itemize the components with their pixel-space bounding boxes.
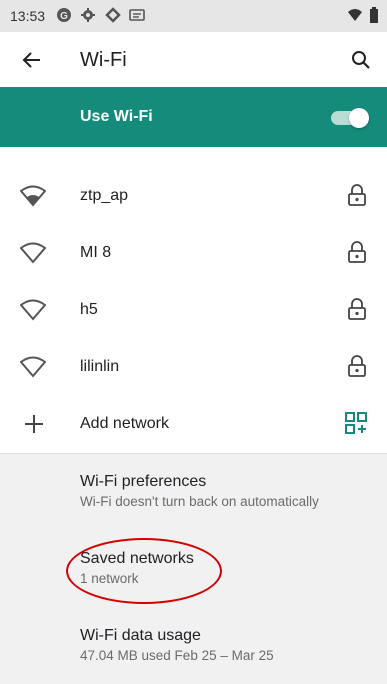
svg-text:G: G bbox=[60, 11, 68, 22]
wifi-preferences-title: Wi-Fi preferences bbox=[80, 473, 207, 490]
switch-thumb bbox=[349, 108, 369, 128]
annotation-ellipse bbox=[66, 538, 222, 604]
network-row[interactable]: lilinlin bbox=[0, 339, 387, 396]
wifi-data-usage-item[interactable]: Wi-Fi data usage 47.04 MB used Feb 25 – … bbox=[80, 627, 274, 663]
plus-icon bbox=[25, 415, 43, 433]
network-name: lilinlin bbox=[80, 358, 120, 375]
lock-icon bbox=[348, 241, 366, 263]
search-button[interactable] bbox=[347, 46, 375, 74]
arrow-back-icon bbox=[22, 52, 40, 68]
status-bar: 13:53 G bbox=[0, 0, 387, 32]
battery-icon bbox=[370, 6, 378, 23]
qr-code-scan-icon[interactable] bbox=[345, 412, 367, 434]
network-row[interactable]: h5 bbox=[0, 282, 387, 339]
network-row[interactable]: MI 8 bbox=[0, 225, 387, 282]
wifi-signal-icon bbox=[20, 299, 46, 321]
wifi-signal-icon bbox=[20, 356, 46, 378]
g-icon: G bbox=[57, 7, 71, 22]
network-name: h5 bbox=[80, 301, 98, 318]
sync-icon bbox=[105, 6, 121, 23]
wifi-data-usage-title: Wi-Fi data usage bbox=[80, 627, 201, 644]
wifi-switch[interactable] bbox=[331, 108, 369, 128]
wifi-preferences-item[interactable]: Wi-Fi preferences Wi-Fi doesn't turn bac… bbox=[80, 473, 319, 509]
wifi-signal-full-icon bbox=[20, 185, 46, 207]
message-icon bbox=[129, 8, 146, 21]
wifi-signal-icon bbox=[20, 242, 46, 264]
network-row[interactable]: ztp_ap bbox=[0, 168, 387, 225]
lock-icon bbox=[348, 184, 366, 206]
back-button[interactable] bbox=[18, 46, 46, 74]
wifi-icon bbox=[347, 8, 362, 21]
lock-icon bbox=[348, 298, 366, 320]
network-name: ztp_ap bbox=[80, 187, 129, 204]
lock-icon bbox=[348, 355, 366, 377]
gear-icon bbox=[81, 7, 96, 22]
wifi-preferences-subtitle: Wi-Fi doesn't turn back on automatically bbox=[80, 494, 319, 509]
wifi-data-usage-subtitle: 47.04 MB used Feb 25 – Mar 25 bbox=[80, 648, 274, 663]
status-icons: G bbox=[56, 6, 149, 24]
network-list: ztp_ap MI 8 h5 lilinlin bbox=[0, 168, 387, 396]
network-name: MI 8 bbox=[80, 244, 112, 261]
add-network-label: Add network bbox=[80, 415, 169, 432]
add-network-row[interactable]: Add network bbox=[0, 396, 387, 453]
status-right bbox=[345, 6, 379, 24]
use-wifi-toggle-row[interactable]: Use Wi-Fi bbox=[0, 87, 387, 147]
search-icon bbox=[352, 51, 370, 69]
use-wifi-label: Use Wi-Fi bbox=[80, 108, 153, 125]
app-bar: Wi-Fi bbox=[0, 32, 387, 87]
status-time: 13:53 bbox=[10, 8, 46, 24]
page-title: Wi-Fi bbox=[80, 49, 127, 71]
